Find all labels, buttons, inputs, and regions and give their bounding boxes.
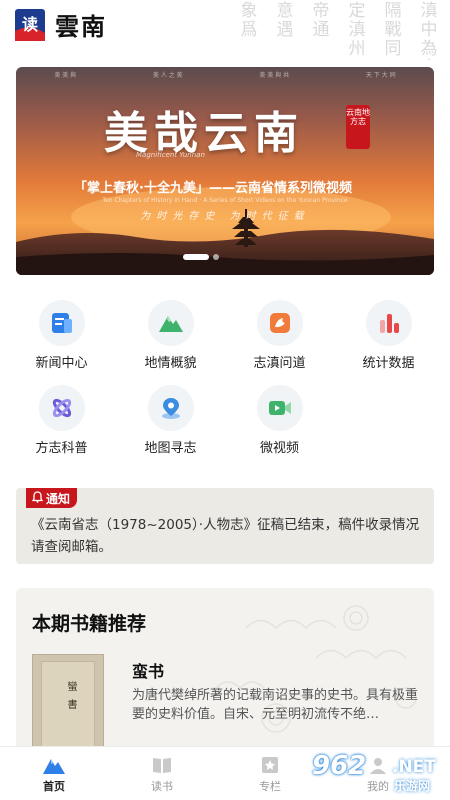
- watermark-glyph: 定: [349, 1, 366, 21]
- carousel-indicator[interactable]: [183, 254, 219, 260]
- watermark-glyph: 州: [349, 39, 366, 59]
- book-icon: [153, 758, 171, 773]
- grid-item-news[interactable]: 新闻中心: [7, 300, 116, 371]
- notice-tag-label: 通知: [46, 491, 71, 506]
- watermark-suffix: .NET: [392, 757, 436, 777]
- carousel-dot-active[interactable]: [183, 254, 209, 260]
- notice-tag: 通知: [26, 488, 78, 508]
- map-pin-icon: [147, 385, 194, 431]
- video-icon: [256, 385, 303, 431]
- banner-english-title: Magnificent Yunnan: [136, 151, 205, 159]
- notice-card[interactable]: 通知 《云南省志（1978~2005）·人物志》征稿已结束，稿件收录情况请查阅邮…: [16, 488, 434, 564]
- grid-item-map[interactable]: 地图寻志: [116, 385, 225, 456]
- notice-text: 《云南省志（1978~2005）·人物志》征稿已结束，稿件收录情况请查阅邮箱。: [31, 517, 420, 555]
- tab-label: 专栏: [259, 780, 281, 793]
- watermark-glyph: 中: [421, 20, 438, 40]
- watermark-glyph: 隔: [385, 1, 402, 21]
- watermark-glyph: 戰: [385, 20, 402, 40]
- watermark-glyph: 滇: [421, 1, 438, 21]
- watermark-glyph: 方: [421, 58, 438, 60]
- section-title: 本期书籍推荐: [32, 613, 147, 635]
- banner-seal: 云南地方志: [346, 105, 370, 149]
- atom-icon: [38, 385, 85, 431]
- app-header: 滇中為方志隔戰同定滇州帝通意遇象爲 读 雲南: [0, 0, 450, 60]
- tab-reading[interactable]: 读书: [108, 747, 216, 800]
- feature-grid: 新闻中心 地情概貌 志滇问道 统计数据 方志科普 地图寻志 微视频: [7, 300, 443, 456]
- watermark-glyph: 帝: [313, 1, 330, 21]
- book-cover[interactable]: 蠻書: [32, 654, 104, 758]
- watermark-glyph: 遇: [277, 20, 294, 40]
- watermark-glyph: 為: [421, 39, 438, 59]
- banner-tagline: 为时光存史 为时代征载: [140, 211, 310, 222]
- calligraphy-watermark: 滇中為方志隔戰同定滇州帝通意遇象爲: [241, 1, 438, 60]
- news-icon: [38, 300, 85, 346]
- bell-icon: [31, 490, 44, 506]
- watermark-glyph: 同: [385, 39, 402, 59]
- watermark-number: 962: [312, 751, 367, 781]
- bird-icon: [256, 300, 303, 346]
- home-mountain-icon: [43, 759, 65, 774]
- watermark-glyph: 象: [241, 1, 258, 21]
- grid-item-label: 统计数据: [362, 356, 415, 371]
- column-icon: [262, 757, 278, 773]
- bar-chart-icon: [365, 300, 412, 346]
- banner-subtitle: 「掌上春秋·十全九美」——云南省情系列微视频: [74, 181, 352, 196]
- grid-item-statistics[interactable]: 统计数据: [334, 300, 443, 371]
- grid-item-science[interactable]: 方志科普: [7, 385, 116, 456]
- app-brand-title: 雲南: [55, 12, 107, 41]
- book-name[interactable]: 蛮书: [132, 658, 164, 682]
- grid-item-label: 新闻中心: [35, 356, 88, 371]
- hero-banner[interactable]: 美 美 與 美 人 之 美 美 美 與 共 天 下 大 同 美哉云南 云南地方志…: [16, 67, 434, 275]
- watermark-glyph: 通: [313, 20, 330, 40]
- book-description: 为唐代樊绰所著的记载南诏史事的史书。具有极重要的史料价值。自宋、元至明初流传不绝…: [132, 688, 419, 722]
- banner-top-strip: 美 美 與 美 人 之 美 美 美 與 共 天 下 大 同: [54, 72, 396, 79]
- grid-item-label: 志滇问道: [253, 356, 306, 371]
- watermark-glyph: 爲: [241, 20, 258, 40]
- grid-item-inquiry[interactable]: 志滇问道: [225, 300, 334, 371]
- svg-text:读: 读: [22, 15, 38, 34]
- banner-english-subtitle: Ten Chapters of History in Hand · A Seri…: [102, 197, 348, 204]
- watermark-caption: 乐游网: [394, 779, 431, 793]
- grid-item-overview[interactable]: 地情概貌: [116, 300, 225, 371]
- tab-label: 首页: [43, 780, 65, 793]
- book-cover-title: 蠻書: [65, 681, 76, 717]
- grid-item-label: 地图寻志: [144, 441, 197, 456]
- grid-item-video[interactable]: 微视频: [225, 385, 334, 456]
- tab-label: 读书: [151, 780, 173, 793]
- mountain-icon: [147, 300, 194, 346]
- watermark-glyph: 滇: [349, 20, 366, 40]
- grid-item-label: 地情概貌: [144, 356, 197, 371]
- app-logo: 读: [15, 9, 45, 41]
- tab-home[interactable]: 首页: [0, 747, 108, 800]
- carousel-dot[interactable]: [213, 254, 219, 260]
- grid-item-label: 微视频: [259, 441, 299, 456]
- grid-item-label: 方志科普: [35, 441, 88, 456]
- watermark-glyph: 意: [277, 1, 294, 21]
- book-recommendation-section: 本期书籍推荐 蠻書 蛮书 为唐代樊绰所著的记载南诏史事的史书。具有极重要的史料价…: [16, 588, 434, 758]
- site-watermark: 962 .NET 乐游网: [308, 751, 450, 797]
